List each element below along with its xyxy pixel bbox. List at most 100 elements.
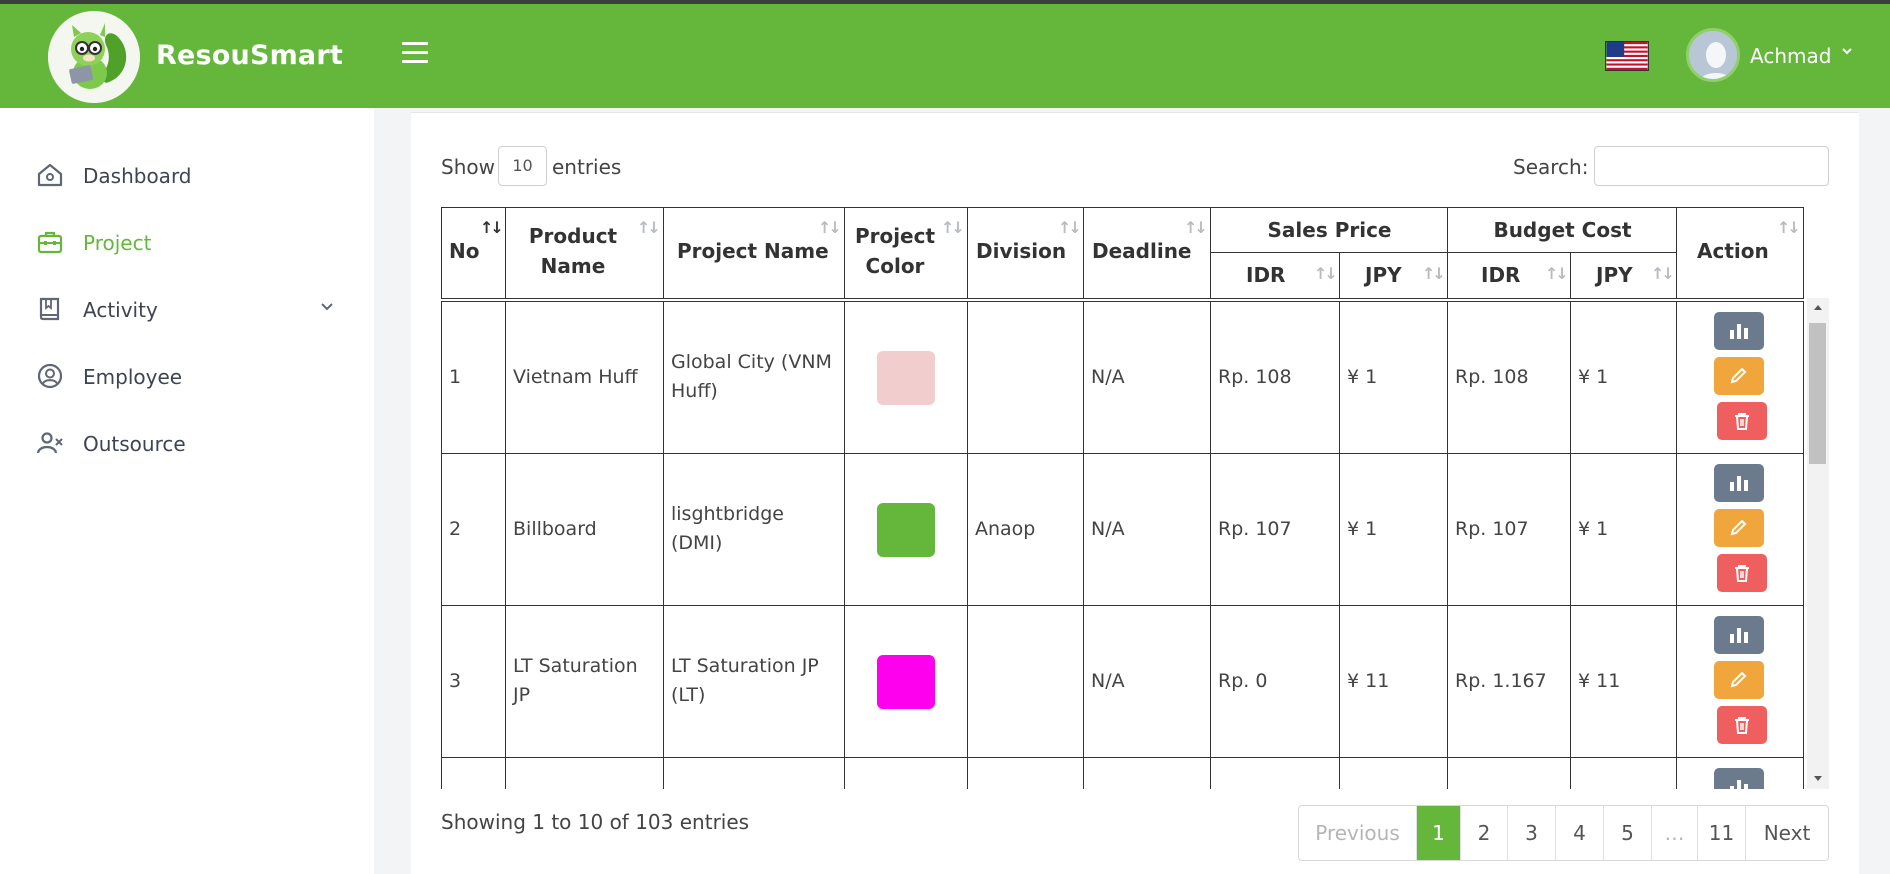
user-circle-icon [37,363,63,389]
view-report-button[interactable] [1714,616,1764,654]
pagination-ellipsis: … [1652,806,1698,860]
entries-label: entries [552,155,622,179]
trash-icon [1735,717,1749,734]
sort-icon: ↑↓ [480,218,504,237]
row-no: 2 [449,518,462,540]
bar-chart-icon [1730,628,1748,643]
delete-button[interactable] [1717,706,1767,744]
logo[interactable] [48,11,140,103]
sidebar-item-activity[interactable]: Activity [36,289,346,329]
row-product-name: Billboard [513,518,597,540]
avatar-silhouette-icon [1689,31,1737,79]
row-budget-idr: Rp. 108 [1455,366,1529,388]
user-x-icon [36,432,63,454]
column-header-product-name[interactable]: Product Name ↑↓ [506,207,664,299]
sort-icon: ↑↓ [1545,264,1569,283]
column-header-action[interactable]: Action ↑↓ [1677,207,1804,299]
menu-toggle-icon[interactable] [402,42,428,64]
pencil-icon [1730,367,1747,384]
column-group-sales-price: Sales Price [1211,207,1448,253]
chevron-down-icon[interactable] [318,297,336,315]
pencil-icon [1730,671,1747,688]
edit-button[interactable] [1714,509,1764,547]
search-label: Search: [1513,155,1589,179]
column-header-sales-jpy[interactable]: JPY ↑↓ [1340,253,1448,299]
pagination-page-5[interactable]: 5 [1604,806,1652,860]
column-header-budget-jpy[interactable]: JPY ↑↓ [1571,253,1677,299]
row-project-name: lisghtbridge (DMI) [671,503,784,554]
row-deadline: N/A [1091,670,1125,692]
scroll-down-arrow-icon[interactable] [1807,772,1829,786]
row-project-name: LT Saturation JP (LT) [671,655,819,706]
trash-icon [1735,565,1749,582]
pagination-page-2[interactable]: 2 [1461,806,1508,860]
sort-icon: ↑↓ [1422,264,1446,283]
scrollbar-thumb[interactable] [1809,323,1826,464]
column-header-budget-idr[interactable]: IDR ↑↓ [1448,253,1571,299]
bar-chart-icon [1730,780,1748,789]
sidebar-item-dashboard[interactable]: Dashboard [36,155,346,195]
pagination-page-1[interactable]: 1 [1417,806,1461,860]
search-input[interactable] [1594,146,1829,186]
column-header-deadline[interactable]: Deadline ↑↓ [1084,207,1211,299]
column-header-no[interactable]: No ↑↓ [441,207,506,299]
pagination-page-11[interactable]: 11 [1698,806,1746,860]
sidebar-item-outsource[interactable]: Outsource [36,423,346,463]
sidebar-item-label: Dashboard [83,164,192,188]
sidebar-item-label: Employee [83,365,183,389]
row-budget-idr: Rp. 1.167 [1455,670,1547,692]
column-header-sales-idr[interactable]: IDR ↑↓ [1211,253,1340,299]
user-name[interactable]: Achmad [1750,44,1831,68]
chevron-down-icon[interactable] [1841,45,1853,57]
row-sales-idr: Rp. 108 [1218,366,1292,388]
row-sales-jpy: ¥ 11 [1347,670,1390,692]
row-product-name: Vietnam Huff [513,366,638,388]
sidebar-item-employee[interactable]: Employee [36,356,346,396]
scroll-up-arrow-icon[interactable] [1807,300,1829,314]
pagination-next[interactable]: Next [1746,806,1828,860]
column-header-project-name[interactable]: Project Name ↑↓ [664,207,845,299]
project-color-swatch [877,655,935,709]
bar-chart-icon [1730,324,1748,339]
row-no: 3 [449,670,462,692]
row-actions [1677,302,1804,454]
sort-icon: ↑↓ [818,218,842,237]
sidebar-item-project[interactable]: Project [36,222,346,262]
us-flag-icon[interactable] [1605,41,1649,71]
row-actions [1677,606,1804,758]
view-report-button[interactable] [1714,768,1764,789]
book-icon [39,297,60,321]
pagination-page-3[interactable]: 3 [1508,806,1556,860]
row-division: Anaop [975,518,1036,540]
user-avatar[interactable] [1686,28,1740,82]
projects-table: No ↑↓ Product Name ↑↓ Project Name ↑↓ Pr… [441,207,1829,789]
column-header-division[interactable]: Division ↑↓ [968,207,1084,299]
delete-button[interactable] [1717,402,1767,440]
pagination-page-4[interactable]: 4 [1556,806,1604,860]
pagination-previous[interactable]: Previous [1299,806,1417,860]
delete-button[interactable] [1717,554,1767,592]
project-color-swatch [877,351,935,405]
view-report-button[interactable] [1714,312,1764,350]
sort-icon: ↑↓ [1651,264,1675,283]
view-report-button[interactable] [1714,464,1764,502]
edit-button[interactable] [1714,357,1764,395]
row-sales-idr: Rp. 0 [1218,670,1268,692]
sort-icon: ↑↓ [1777,218,1801,237]
pagination: Previous 1 2 3 4 5 … 11 Next [1298,805,1829,861]
squirrel-logo-icon [48,11,140,103]
edit-button[interactable] [1714,661,1764,699]
entries-per-page-select[interactable]: 10 [498,146,547,186]
column-header-project-color[interactable]: Project Color ↑↓ [845,207,968,299]
row-actions [1677,454,1804,606]
sort-icon: ↑↓ [941,218,965,237]
row-sales-jpy: ¥ 1 [1347,366,1378,388]
row-budget-jpy: ¥ 1 [1578,518,1609,540]
show-label: Show [441,155,495,179]
row-budget-idr: Rp. 107 [1455,518,1529,540]
sidebar-item-label: Activity [83,298,158,322]
row-budget-jpy: ¥ 1 [1578,366,1609,388]
sort-icon: ↑↓ [1058,218,1082,237]
row-deadline: N/A [1091,518,1125,540]
row-sales-idr: Rp. 107 [1218,518,1292,540]
